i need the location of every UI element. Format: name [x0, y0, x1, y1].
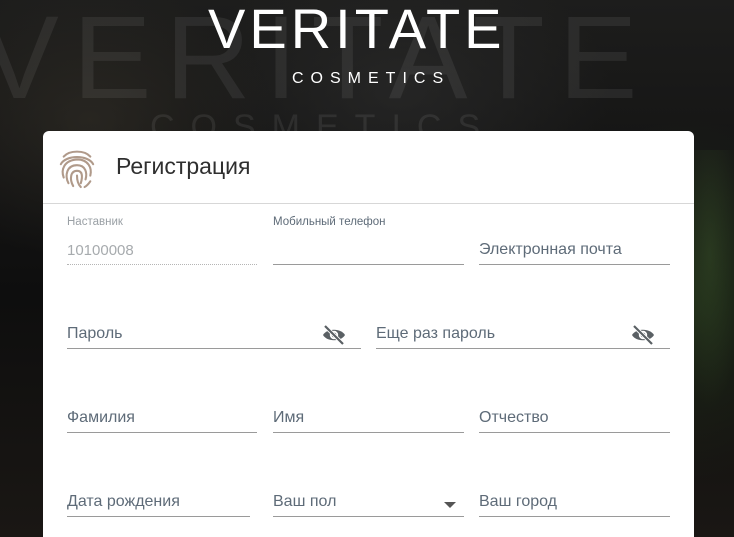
middle-name-field[interactable]: Отчество	[479, 402, 670, 433]
mentor-field: Наставник 10100008	[67, 216, 257, 265]
last-name-placeholder: Фамилия	[67, 409, 135, 426]
password-repeat-placeholder: Еще раз пароль	[376, 325, 496, 342]
city-field[interactable]: Ваш город	[479, 486, 670, 517]
password-repeat-field[interactable]: Еще раз пароль	[376, 318, 670, 349]
city-placeholder: Ваш город	[479, 493, 558, 510]
phone-field[interactable]: Мобильный телефон	[273, 216, 464, 265]
email-field[interactable]: Электронная почта	[479, 234, 670, 265]
registration-card: Регистрация Наставник 10100008 Мобильный…	[43, 131, 694, 537]
eye-off-icon[interactable]	[321, 324, 347, 346]
gender-select[interactable]: Ваш пол	[273, 486, 464, 517]
first-name-field[interactable]: Имя	[273, 402, 464, 433]
password-field[interactable]: Пароль	[67, 318, 361, 349]
page-title: Регистрация	[116, 153, 251, 179]
mentor-value: 10100008	[67, 242, 134, 259]
gender-placeholder: Ваш пол	[273, 493, 337, 510]
birth-date-field[interactable]: Дата рождения	[67, 486, 250, 517]
password-placeholder: Пароль	[67, 325, 123, 342]
mentor-label: Наставник	[67, 216, 123, 228]
card-header: Регистрация	[43, 131, 694, 204]
last-name-field[interactable]: Фамилия	[67, 402, 257, 433]
email-placeholder: Электронная почта	[479, 241, 622, 258]
brand-subtitle: COSMETICS	[292, 70, 451, 87]
first-name-placeholder: Имя	[273, 409, 305, 426]
phone-label: Мобильный телефон	[273, 216, 386, 228]
fingerprint-icon	[59, 150, 95, 189]
caret-down-icon[interactable]	[444, 502, 456, 508]
birth-date-placeholder: Дата рождения	[67, 493, 180, 510]
middle-name-placeholder: Отчество	[479, 409, 549, 426]
eye-off-icon[interactable]	[630, 324, 656, 346]
brand-name: VERITATE	[208, 0, 506, 60]
